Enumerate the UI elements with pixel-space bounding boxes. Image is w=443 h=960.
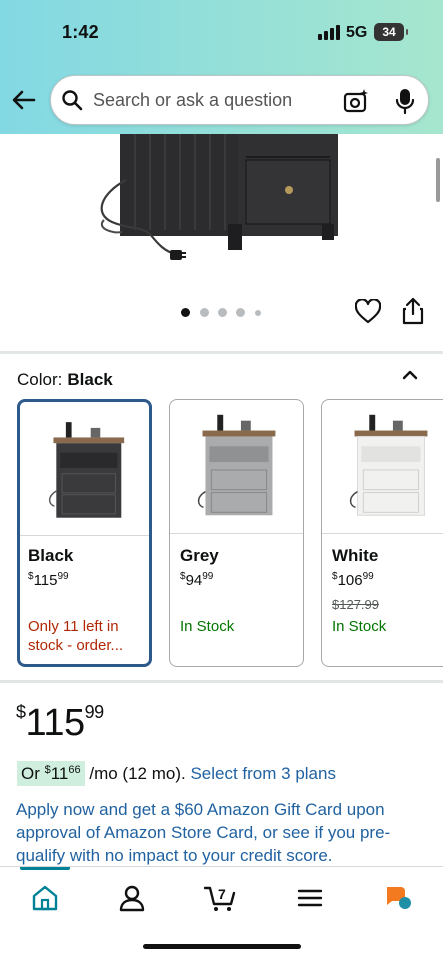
- product-price: $11599: [16, 702, 104, 744]
- variant-price: $10699: [332, 571, 374, 589]
- share-icon[interactable]: [402, 297, 424, 325]
- chevron-up-icon[interactable]: [399, 366, 421, 384]
- color-option-grey[interactable]: Grey $9499 In Stock: [169, 399, 304, 667]
- stock-status: Only 11 left in stock - order...: [28, 618, 124, 654]
- section-divider: [0, 680, 443, 683]
- select-plans-link[interactable]: Select from 3 plans: [190, 764, 336, 783]
- monthly-price-highlight: Or $1166: [17, 761, 85, 786]
- search-input[interactable]: Search or ask a question: [93, 90, 292, 111]
- variant-image: [197, 414, 276, 516]
- variant-image: [48, 422, 125, 518]
- account-icon[interactable]: [117, 883, 147, 913]
- selected-color: Black: [67, 370, 113, 389]
- svg-text:7: 7: [218, 886, 226, 902]
- pagination-dot[interactable]: [236, 308, 245, 317]
- variant-name: Black: [28, 546, 74, 565]
- color-option-black[interactable]: Black $11599 Only 11 left in stock - ord…: [17, 399, 152, 667]
- menu-icon[interactable]: [295, 883, 325, 913]
- active-tab-indicator: [20, 867, 70, 870]
- stock-status: In Stock: [332, 618, 387, 635]
- search-bar[interactable]: Search or ask a question: [50, 75, 429, 125]
- variant-image: [349, 414, 428, 516]
- status-time: 1:42: [62, 22, 99, 42]
- cart-icon[interactable]: 7: [203, 883, 237, 913]
- battery-icon: 34: [374, 23, 408, 41]
- home-indicator: [143, 944, 301, 949]
- scrollbar[interactable]: [436, 158, 440, 202]
- search-icon: [62, 90, 83, 111]
- header-bar: 1:42 5G 34 Search or ask a question: [0, 0, 443, 134]
- variant-name: White: [332, 546, 379, 565]
- home-icon[interactable]: [30, 883, 60, 913]
- card-divider: [322, 533, 443, 534]
- signal-icon: [318, 24, 340, 40]
- monthly-payment: Or $1166 /mo (12 mo). Select from 3 plan…: [17, 761, 336, 786]
- variant-name: Grey: [180, 546, 219, 565]
- color-options: Black $11599 Only 11 left in stock - ord…: [0, 399, 443, 669]
- section-divider: [0, 351, 443, 354]
- pagination-dot[interactable]: [255, 310, 261, 316]
- card-divider: [20, 535, 149, 536]
- pagination-dot[interactable]: [181, 308, 190, 317]
- rufus-icon[interactable]: [384, 883, 414, 913]
- pagination-dot[interactable]: [218, 308, 227, 317]
- variant-price: $11599: [28, 571, 69, 589]
- color-option-white[interactable]: White $10699 $127.99 In Stock: [321, 399, 443, 667]
- color-label: Color: Black: [17, 370, 113, 389]
- heart-icon[interactable]: [355, 299, 381, 325]
- network-label: 5G: [346, 24, 368, 41]
- microphone-icon[interactable]: [394, 87, 416, 115]
- card-divider: [170, 533, 303, 534]
- list-price: $127.99: [332, 597, 379, 612]
- variant-price: $9499: [180, 571, 214, 589]
- pagination-dot[interactable]: [200, 308, 209, 317]
- arrow-left-icon[interactable]: [10, 86, 38, 114]
- camera-sparkle-icon[interactable]: [343, 88, 369, 114]
- store-card-promo-link[interactable]: Apply now and get a $60 Amazon Gift Card…: [16, 798, 426, 867]
- stock-status: In Stock: [180, 618, 235, 635]
